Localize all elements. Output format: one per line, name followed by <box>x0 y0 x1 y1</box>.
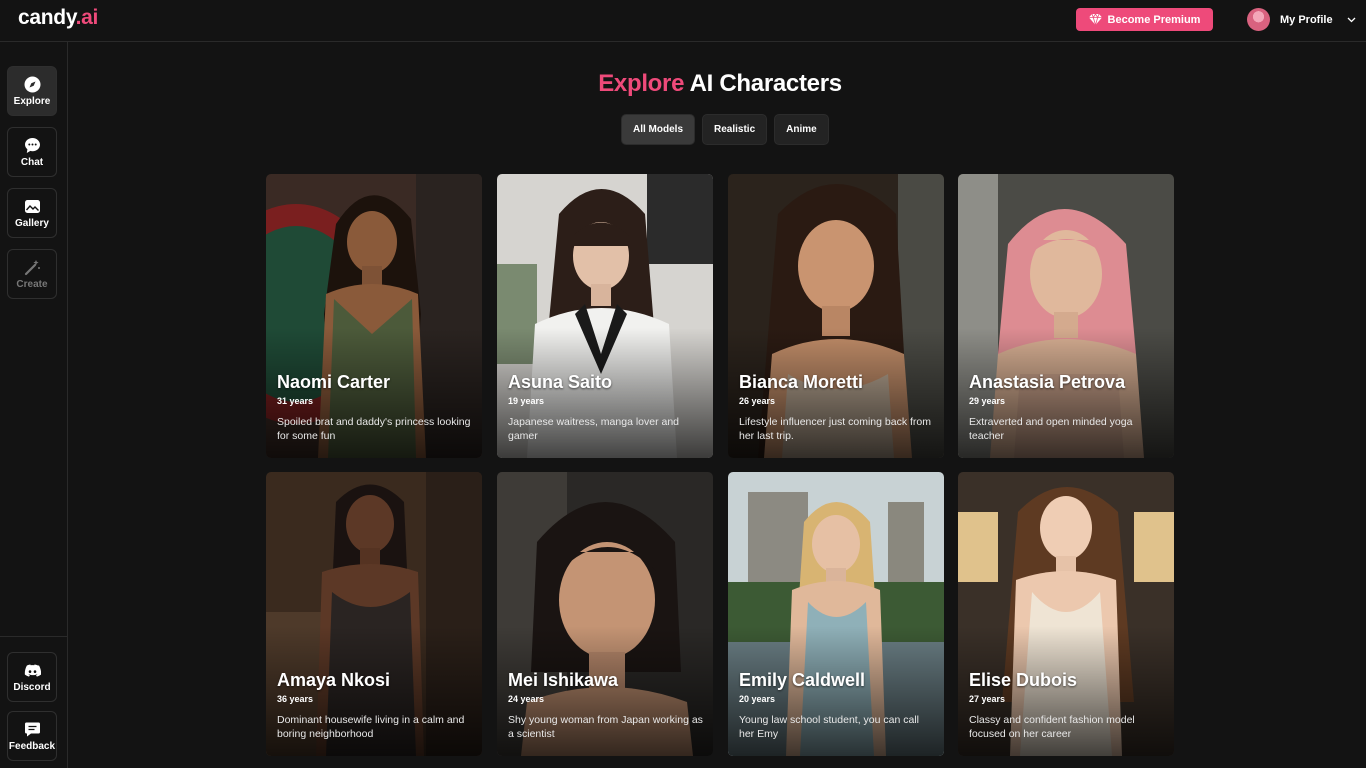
character-name: Naomi Carter <box>277 372 391 392</box>
chat-bubble-icon <box>24 137 40 153</box>
sidebar-item-discord[interactable]: Discord <box>7 652 57 702</box>
character-card-emily-caldwell[interactable]: Emily Caldwell 20 years Young law school… <box>728 472 944 756</box>
character-description: Young law school student, you can call h… <box>739 714 919 740</box>
profile-label: My Profile <box>1280 13 1333 26</box>
character-card-elise-dubois[interactable]: Elise Dubois 27 years Classy and confide… <box>958 472 1174 756</box>
character-age: 29 years <box>969 396 1006 406</box>
sidebar-item-label: Create <box>16 278 48 290</box>
discord-icon <box>24 664 41 677</box>
page-title-accent: Explore <box>598 70 685 97</box>
sidebar-item-gallery[interactable]: Gallery <box>7 188 57 238</box>
premium-label: Become Premium <box>1107 13 1201 26</box>
page-title-rest: AI Characters <box>684 70 842 97</box>
sidebar-divider <box>0 636 68 637</box>
top-header: candy.ai Become Premium My Profile <box>0 0 1366 42</box>
character-age: 31 years <box>277 396 314 406</box>
sidebar-item-label: Chat <box>20 156 44 168</box>
avatar <box>1247 8 1270 31</box>
character-name: Amaya Nkosi <box>277 670 391 690</box>
character-card-amaya-nkosi[interactable]: Amaya Nkosi 36 years Dominant housewife … <box>266 472 482 756</box>
character-card-mei-ishikawa[interactable]: Mei Ishikawa 24 years Shy young woman fr… <box>497 472 713 756</box>
character-age: 26 years <box>739 396 776 406</box>
character-description: Japanese waitress, manga lover and gamer <box>508 416 680 442</box>
filter-realistic[interactable]: Realistic <box>702 114 768 145</box>
character-description: Classy and confident fashion model focus… <box>969 714 1135 740</box>
character-description: Shy young woman from Japan working as a … <box>508 714 703 740</box>
logo[interactable]: candy.ai <box>18 6 98 30</box>
sidebar-item-label: Feedback <box>8 740 56 752</box>
character-age: 24 years <box>508 694 545 704</box>
sidebar-item-label: Discord <box>13 681 51 693</box>
diamond-icon <box>1088 14 1102 25</box>
character-card-asuna-saito[interactable]: Asuna Saito 19 years Japanese waitress, … <box>497 174 713 458</box>
sidebar-item-chat[interactable]: Chat <box>7 127 57 177</box>
character-description: Extraverted and open minded yoga teacher <box>969 416 1133 442</box>
character-age: 19 years <box>508 396 545 406</box>
become-premium-button[interactable]: Become Premium <box>1076 8 1213 31</box>
logo-ai: .ai <box>75 6 99 29</box>
character-name: Emily Caldwell <box>739 670 866 690</box>
character-description: Lifestyle influencer just coming back fr… <box>739 416 931 442</box>
filter-all-models[interactable]: All Models <box>621 114 696 145</box>
character-description: Dominant housewife living in a calm and … <box>277 714 465 740</box>
character-age: 36 years <box>277 694 314 704</box>
character-name: Bianca Moretti <box>739 372 864 392</box>
gallery-icon <box>24 199 40 213</box>
chevron-down-icon <box>1347 17 1356 22</box>
character-card-anastasia-petrova[interactable]: Anastasia Petrova 29 years Extraverted a… <box>958 174 1174 458</box>
sidebar: Explore Chat Gallery Create Discord Feed… <box>0 42 68 768</box>
filter-anime[interactable]: Anime <box>774 114 829 145</box>
character-name: Asuna Saito <box>508 372 613 392</box>
profile-menu[interactable]: My Profile <box>1247 8 1356 31</box>
character-age: 27 years <box>969 694 1006 704</box>
character-name: Anastasia Petrova <box>969 372 1126 392</box>
character-age: 20 years <box>739 694 776 704</box>
model-filter-tabs: All Models Realistic Anime <box>621 114 829 145</box>
page-title: Explore AI Characters <box>0 70 1366 98</box>
magic-wand-icon <box>24 259 40 275</box>
character-description: Spoiled brat and daddy's princess lookin… <box>277 416 471 442</box>
character-name: Mei Ishikawa <box>508 670 619 690</box>
sidebar-item-create[interactable]: Create <box>7 249 57 299</box>
feedback-icon <box>24 722 40 736</box>
sidebar-item-label: Gallery <box>15 217 49 229</box>
character-card-naomi-carter[interactable]: Naomi Carter 31 years Spoiled brat and d… <box>266 174 482 458</box>
sidebar-item-feedback[interactable]: Feedback <box>7 711 57 761</box>
character-card-bianca-moretti[interactable]: Bianca Moretti 26 years Lifestyle influe… <box>728 174 944 458</box>
character-name: Elise Dubois <box>969 670 1078 690</box>
logo-main: candy <box>18 6 76 29</box>
